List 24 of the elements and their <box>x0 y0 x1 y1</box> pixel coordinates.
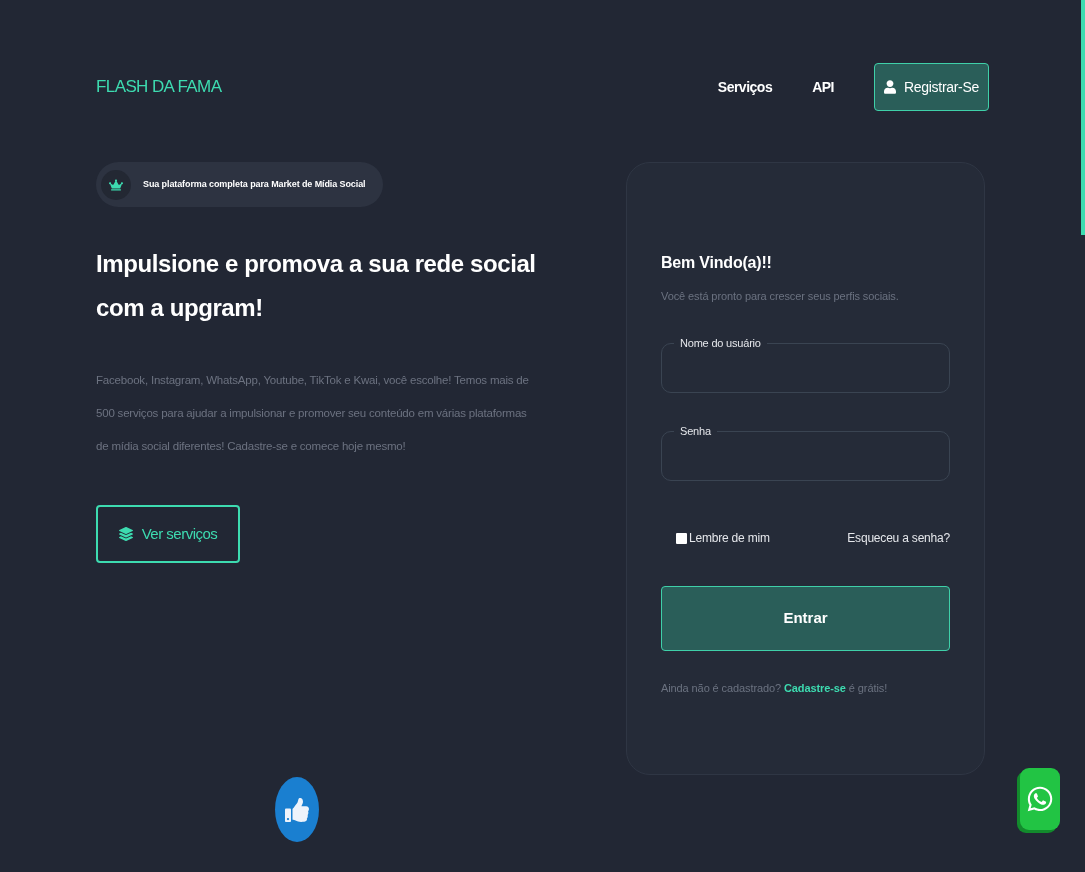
remember-label[interactable]: Lembre de mim <box>689 529 770 547</box>
forgot-password-link[interactable]: Esqueceu a senha? <box>847 529 950 547</box>
thumbs-up-icon[interactable] <box>275 777 319 842</box>
hero-description: Facebook, Instagram, WhatsApp, Youtube, TikTok e Kwai, você escolhe! Temos mais de 500 serviços para ajudar a impulsionar e promover seu conteúdo em várias plataformas de mídia social diferentes! Cadastre-se e comece hoje mesmo! <box>96 373 530 454</box>
whatsapp-icon[interactable] <box>1017 768 1060 833</box>
nav-link[interactable]: API <box>812 76 834 98</box>
register-button[interactable]: Registrar-Se <box>874 63 989 111</box>
login-title: Bem Vindo(a)!! <box>661 253 773 273</box>
site-logo[interactable]: FLASH DA FAMA <box>96 75 222 99</box>
remember-checkbox[interactable] <box>676 532 687 544</box>
layers-icon <box>118 526 133 542</box>
field-label: Senha <box>674 424 717 438</box>
user-icon <box>884 80 896 94</box>
signup-link[interactable]: Cadastre-se <box>784 682 846 694</box>
badge-text: Sua plataforma completa para Market de Mídia Social <box>143 177 366 191</box>
nav-link[interactable]: Serviços <box>717 76 773 98</box>
services-button[interactable]: Ver serviços <box>96 505 240 563</box>
crown-icon <box>101 169 131 200</box>
field-label: Nome do usuário <box>674 336 767 350</box>
login-subtitle: Você está pronto para crescer seus perfis sociais. <box>661 289 900 304</box>
login-button[interactable]: Entrar <box>661 586 950 651</box>
hero-heading: Impulsione e promova a sua rede social com a upgram! <box>96 249 537 323</box>
scrollbar-thumb[interactable] <box>1081 0 1085 235</box>
signup-text: Ainda não é cadastrado? Cadastre-se é grátis! <box>661 681 889 696</box>
